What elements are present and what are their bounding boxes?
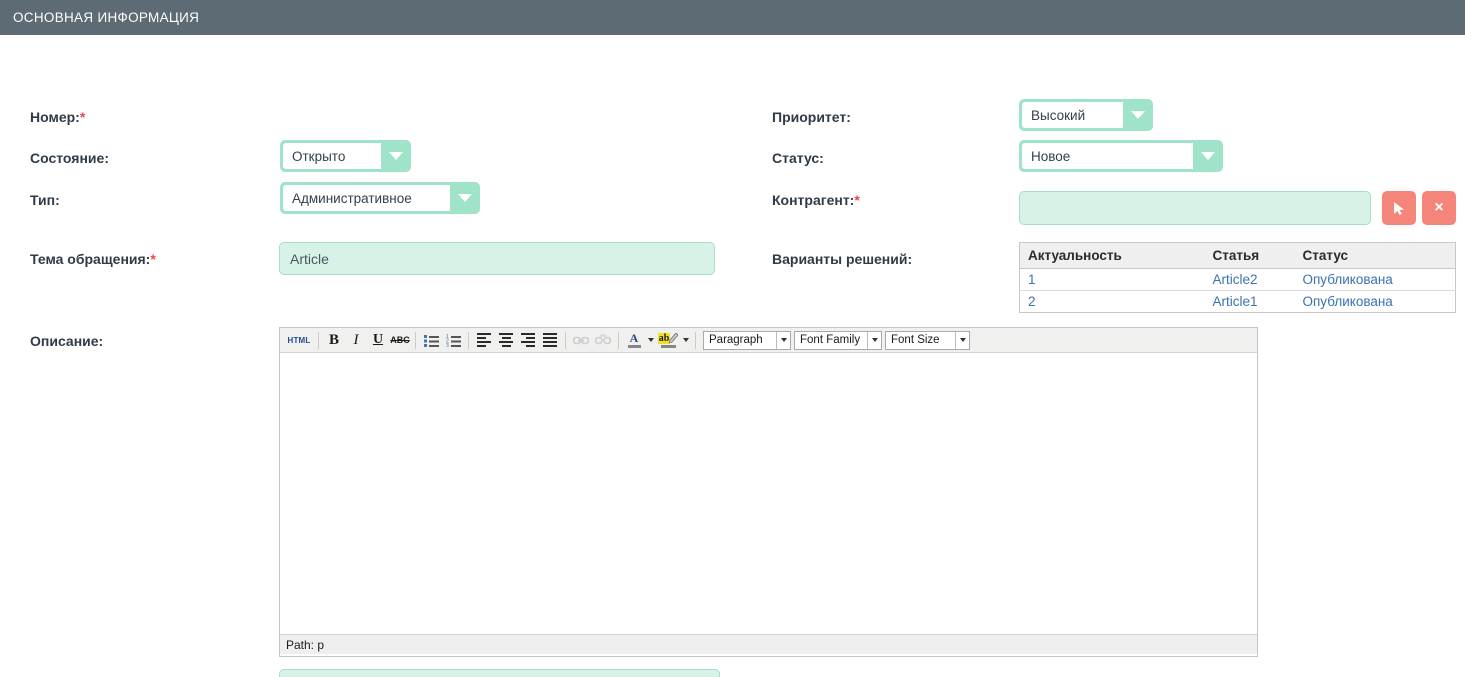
strikethrough-button[interactable]: ABC <box>389 330 411 351</box>
text-color-letter: A <box>629 330 639 345</box>
description-editor: HTML B I U ABC 1 2 3 A ab Paragraph Font… <box>279 327 1258 657</box>
toolbar-divider <box>468 331 469 349</box>
align-left-button[interactable] <box>473 330 495 351</box>
required-marker: * <box>79 109 86 125</box>
close-icon: × <box>1434 199 1444 216</box>
font-family-select[interactable]: Font Family <box>794 330 882 350</box>
toolbar-divider <box>695 331 696 349</box>
bold-button[interactable]: B <box>323 330 345 351</box>
label-type: Тип: <box>30 192 60 208</box>
priority-select[interactable]: Высокий <box>1019 99 1153 131</box>
toolbar-divider <box>318 331 319 349</box>
highlight-color-dropdown-icon[interactable] <box>680 330 691 351</box>
table-row[interactable]: 2 Article1 Опубликована <box>1020 291 1456 313</box>
html-source-button[interactable]: HTML <box>284 330 314 351</box>
main-form: Номер:* Состояние: Открыто Тип: Админист… <box>0 35 1465 677</box>
description-editor-body[interactable] <box>280 353 1257 634</box>
counterparty-clear-button[interactable]: × <box>1422 191 1456 225</box>
font-size-select[interactable]: Font Size <box>885 330 970 350</box>
svg-text:3: 3 <box>446 343 449 347</box>
chevron-down-icon <box>1193 140 1223 172</box>
type-select[interactable]: Административное <box>280 182 480 214</box>
cell-relevance[interactable]: 2 <box>1020 291 1205 313</box>
toolbar-divider <box>565 331 566 349</box>
chevron-down-icon <box>955 331 969 349</box>
label-description: Описание: <box>30 333 104 349</box>
required-marker: * <box>854 192 860 208</box>
label-solutions: Варианты решений: <box>772 251 913 267</box>
status-select[interactable]: Новое <box>1019 140 1223 172</box>
editor-status-bar: Path: p <box>280 634 1257 654</box>
label-subject: Тема обращения:* <box>30 251 156 267</box>
highlight-color-swatch <box>660 344 676 348</box>
chevron-down-icon <box>381 140 411 172</box>
chevron-down-icon <box>776 331 790 349</box>
text-color-button[interactable]: A <box>623 330 645 351</box>
chevron-down-icon <box>1123 99 1153 131</box>
label-status: Статус: <box>772 150 824 166</box>
cell-relevance[interactable]: 1 <box>1019 268 1205 291</box>
insert-link-button <box>570 330 592 351</box>
align-justify-button[interactable] <box>539 330 561 351</box>
toolbar-divider <box>618 331 619 349</box>
cell-article[interactable]: Article2 <box>1204 268 1295 291</box>
cell-status[interactable]: Опубликована <box>1295 291 1456 313</box>
panel-header: ОСНОВНАЯ ИНФОРМАЦИЯ <box>0 0 1465 35</box>
counterparty-select-button[interactable] <box>1382 191 1416 225</box>
italic-button[interactable]: I <box>345 330 367 351</box>
priority-select-value: Высокий <box>1022 102 1123 128</box>
counterparty-input[interactable] <box>1019 191 1371 225</box>
label-counterparty: Контрагент:* <box>772 192 860 208</box>
state-select-value: Открыто <box>283 143 381 169</box>
chevron-down-icon <box>867 331 881 349</box>
toolbar-divider <box>415 331 416 349</box>
unlink-button <box>592 330 614 351</box>
status-select-value: Новое <box>1022 143 1193 169</box>
column-header-article: Статья <box>1204 242 1295 269</box>
paragraph-format-select[interactable]: Paragraph <box>703 330 791 350</box>
align-right-button[interactable] <box>517 330 539 351</box>
label-number: Номер:* <box>30 109 86 125</box>
solutions-table: Актуальность Статья Статус 1 Article2 Оп… <box>1019 242 1456 313</box>
panel-header-title: ОСНОВНАЯ ИНФОРМАЦИЯ <box>13 10 200 25</box>
chevron-down-icon <box>450 182 480 214</box>
numbered-list-button[interactable]: 1 2 3 <box>442 330 464 351</box>
type-select-value: Административное <box>283 185 450 211</box>
required-marker: * <box>150 251 156 267</box>
editor-toolbar: HTML B I U ABC 1 2 3 A ab Paragraph Font… <box>280 328 1257 353</box>
label-state: Состояние: <box>30 150 109 166</box>
cell-article[interactable]: Article1 <box>1205 291 1295 313</box>
solutions-table-header-row: Актуальность Статья Статус <box>1019 242 1456 269</box>
editor-path-text: Path: p <box>286 637 325 652</box>
bullet-list-button[interactable] <box>420 330 442 351</box>
font-family-value: Font Family <box>800 334 861 346</box>
cell-status[interactable]: Опубликована <box>1294 268 1456 291</box>
subject-input[interactable]: Article <box>279 242 715 275</box>
column-header-relevance: Актуальность <box>1019 242 1205 269</box>
highlight-color-button[interactable]: ab <box>656 330 680 351</box>
font-size-value: Font Size <box>891 334 940 346</box>
state-select[interactable]: Открыто <box>280 140 411 172</box>
paragraph-format-value: Paragraph <box>709 334 763 346</box>
cursor-arrow-icon <box>1393 201 1406 216</box>
table-row[interactable]: 1 Article2 Опубликована <box>1019 268 1456 291</box>
label-priority: Приоритет: <box>772 109 851 125</box>
resolution-textarea[interactable] <box>279 669 720 677</box>
align-center-button[interactable] <box>495 330 517 351</box>
column-header-status: Статус <box>1294 242 1456 269</box>
text-color-dropdown-icon[interactable] <box>645 330 656 351</box>
underline-button[interactable]: U <box>367 330 389 351</box>
text-color-swatch <box>627 344 641 348</box>
